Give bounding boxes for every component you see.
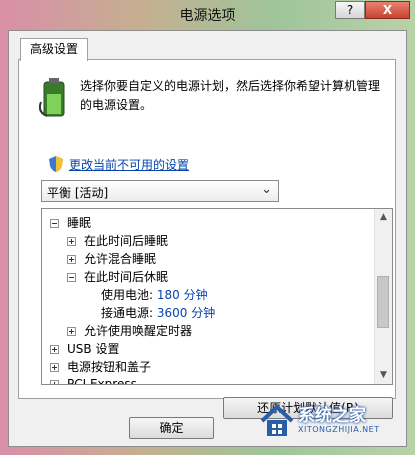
tree-item-usb-settings[interactable]: USB 设置	[50, 340, 119, 358]
scrollbar-thumb[interactable]	[377, 276, 389, 328]
collapse-icon[interactable]	[50, 219, 59, 228]
tree-item-pci-express[interactable]: PCI Express	[50, 375, 137, 384]
scroll-up-arrow-icon[interactable]: ▲	[375, 209, 392, 226]
title-bar: 电源选项 ? X	[0, 0, 415, 30]
tree-item-power-buttons-lid[interactable]: 电源按钮和盖子	[50, 358, 151, 376]
watermark-title: 系统之家	[298, 406, 366, 426]
watermark-subtitle: XITONGZHIJIA.NET	[298, 425, 380, 434]
expand-icon[interactable]	[50, 380, 59, 384]
advanced-settings-page: 选择你要自定义的电源计划，然后选择你希望计算机管理的电源设置。 更改当前不可用的…	[18, 59, 396, 419]
tree-item-plugged-in[interactable]: 接通电源: 3600 分钟	[101, 304, 215, 322]
ok-button[interactable]: 确定	[129, 417, 214, 439]
tree-item-wake-timers[interactable]: 允许使用唤醒定时器	[67, 322, 192, 340]
house-logo-icon	[260, 404, 294, 436]
expand-icon[interactable]	[67, 327, 76, 336]
collapse-icon[interactable]	[67, 273, 76, 282]
tab-advanced-settings[interactable]: 高级设置	[20, 38, 89, 61]
on-battery-value[interactable]: 180 分钟	[157, 288, 208, 302]
power-plan-select[interactable]: 平衡 [活动] ⌄	[41, 180, 279, 202]
battery-plug-icon	[39, 78, 65, 117]
tree-item-sleep-after[interactable]: 在此时间后睡眠	[67, 232, 168, 250]
expand-icon[interactable]	[67, 255, 76, 264]
expand-icon[interactable]	[50, 345, 59, 354]
chevron-down-icon: ⌄	[261, 182, 272, 197]
expand-icon[interactable]	[50, 363, 59, 372]
close-button[interactable]: X	[365, 1, 410, 19]
expand-icon[interactable]	[67, 237, 76, 246]
change-unavailable-settings-link[interactable]: 更改当前不可用的设置	[69, 156, 189, 173]
tree-scrollbar[interactable]: ▲ ▼	[374, 209, 392, 384]
tree-item-hybrid-sleep[interactable]: 允许混合睡眠	[67, 250, 156, 268]
dialog-client-area: 高级设置 选择你要自定义的电源计划，然后选择你希望计算机管理的电源设置。 更改当…	[8, 30, 407, 447]
tree-item-hibernate-after[interactable]: 在此时间后休眠	[67, 268, 168, 286]
power-plan-value: 平衡 [活动]	[47, 186, 109, 200]
help-button[interactable]: ?	[335, 1, 365, 19]
scroll-down-arrow-icon[interactable]: ▼	[375, 367, 392, 384]
watermark-logo: 系统之家 XITONGZHIJIA.NET	[258, 401, 408, 445]
intro-text: 选择你要自定义的电源计划，然后选择你希望计算机管理的电源设置。	[80, 79, 381, 112]
tree-item-sleep[interactable]: 睡眠	[50, 214, 91, 232]
settings-tree[interactable]: 睡眠 在此时间后睡眠 允许混合睡眠 在此时间后休眠 使用电池: 180 分钟 接…	[41, 208, 393, 385]
uac-shield-icon	[49, 156, 63, 172]
tree-item-on-battery[interactable]: 使用电池: 180 分钟	[101, 286, 208, 304]
plugged-in-value[interactable]: 3600 分钟	[157, 306, 215, 320]
